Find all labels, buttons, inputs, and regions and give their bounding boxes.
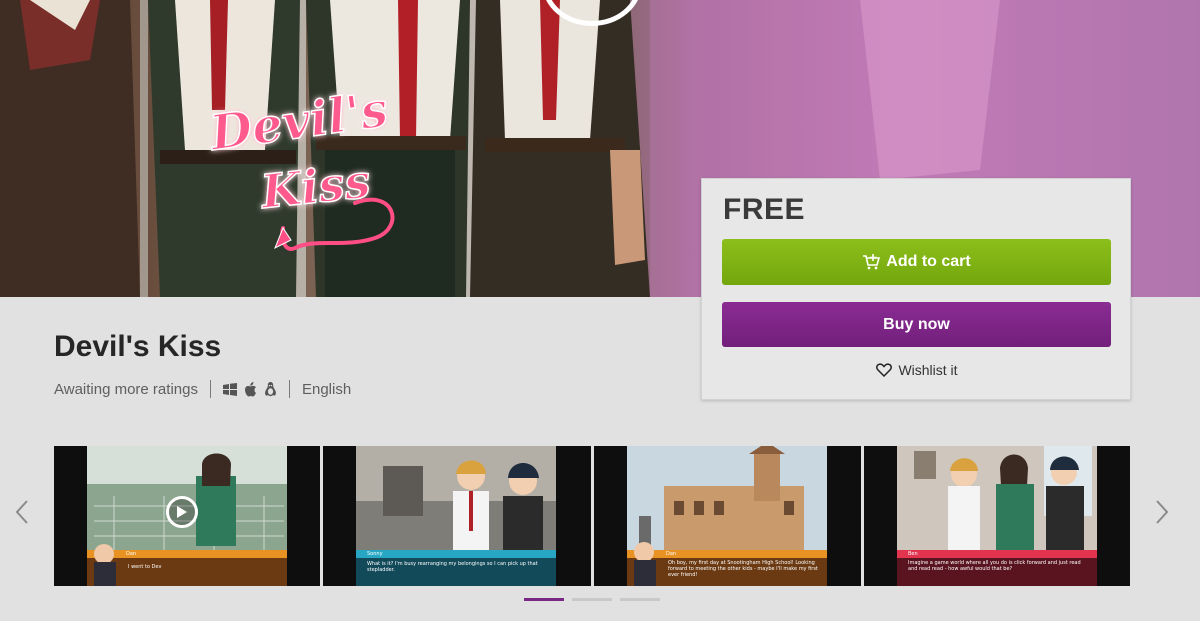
wishlist-button[interactable]: Wishlist it [702, 360, 1132, 380]
add-to-cart-label: Add to cart [886, 253, 971, 270]
linux-icon [264, 381, 277, 397]
heart-icon [876, 363, 893, 377]
carousel-dot[interactable] [572, 598, 612, 601]
speaker-name: Dan [126, 551, 137, 557]
carousel-prev-button[interactable] [10, 495, 34, 529]
speaker-name: Sonny [367, 551, 383, 557]
play-icon [177, 506, 187, 518]
chevron-left-icon [15, 500, 28, 524]
dialogue-text: Oh boy, my first day at Snootingham High… [668, 560, 818, 578]
cart-icon [863, 254, 881, 270]
video-play-button[interactable] [166, 496, 198, 528]
speaker-name: Dan [666, 551, 677, 557]
chevron-right-icon [1156, 500, 1169, 524]
carousel-dot[interactable] [620, 598, 660, 601]
devils-kiss-logo: Devil's Kiss [205, 88, 395, 251]
svg-text:Devil's: Devil's [205, 88, 391, 162]
divider [288, 380, 290, 398]
product-meta: Awaiting more ratings English [54, 378, 351, 400]
dialogue-text: Imagine a game world where all you do is… [908, 560, 1081, 572]
buy-now-button[interactable]: Buy now [722, 302, 1111, 347]
screenshot-thumbnail[interactable]: Ben Imagine a game world where all you d… [864, 446, 1130, 586]
dialogue-text: What is it? I'm busy rearranging my belo… [367, 561, 538, 573]
language-label: English [301, 380, 352, 398]
screenshot-thumbnail[interactable]: Dan Oh boy, my first day at Snootingham … [594, 446, 861, 586]
buy-now-label: Buy now [883, 315, 950, 333]
windows-icon [222, 382, 237, 396]
wishlist-label: Wishlist it [898, 362, 958, 378]
apple-icon [244, 381, 257, 397]
carousel-pagination [524, 598, 660, 601]
purchase-box: FREE Add to cart Buy now Wishlist it [701, 178, 1131, 400]
platform-icons [222, 381, 277, 397]
speaker-name: Ben [908, 551, 918, 557]
price-label: FREE [723, 193, 806, 226]
carousel-dot[interactable] [524, 598, 564, 601]
add-to-cart-button[interactable]: Add to cart [722, 239, 1111, 285]
svg-text:Kiss: Kiss [257, 154, 373, 219]
carousel-next-button[interactable] [1150, 495, 1174, 529]
rating-text[interactable]: Awaiting more ratings [54, 381, 198, 398]
divider [209, 380, 211, 398]
screenshot-thumbnail[interactable]: Dan I went to Dev [54, 446, 320, 586]
screenshot-thumbnail[interactable]: Sonny What is it? I'm busy rearranging m… [323, 446, 591, 586]
page-title: Devil's Kiss [54, 330, 222, 363]
dialogue-text: I went to Dev [128, 564, 162, 570]
